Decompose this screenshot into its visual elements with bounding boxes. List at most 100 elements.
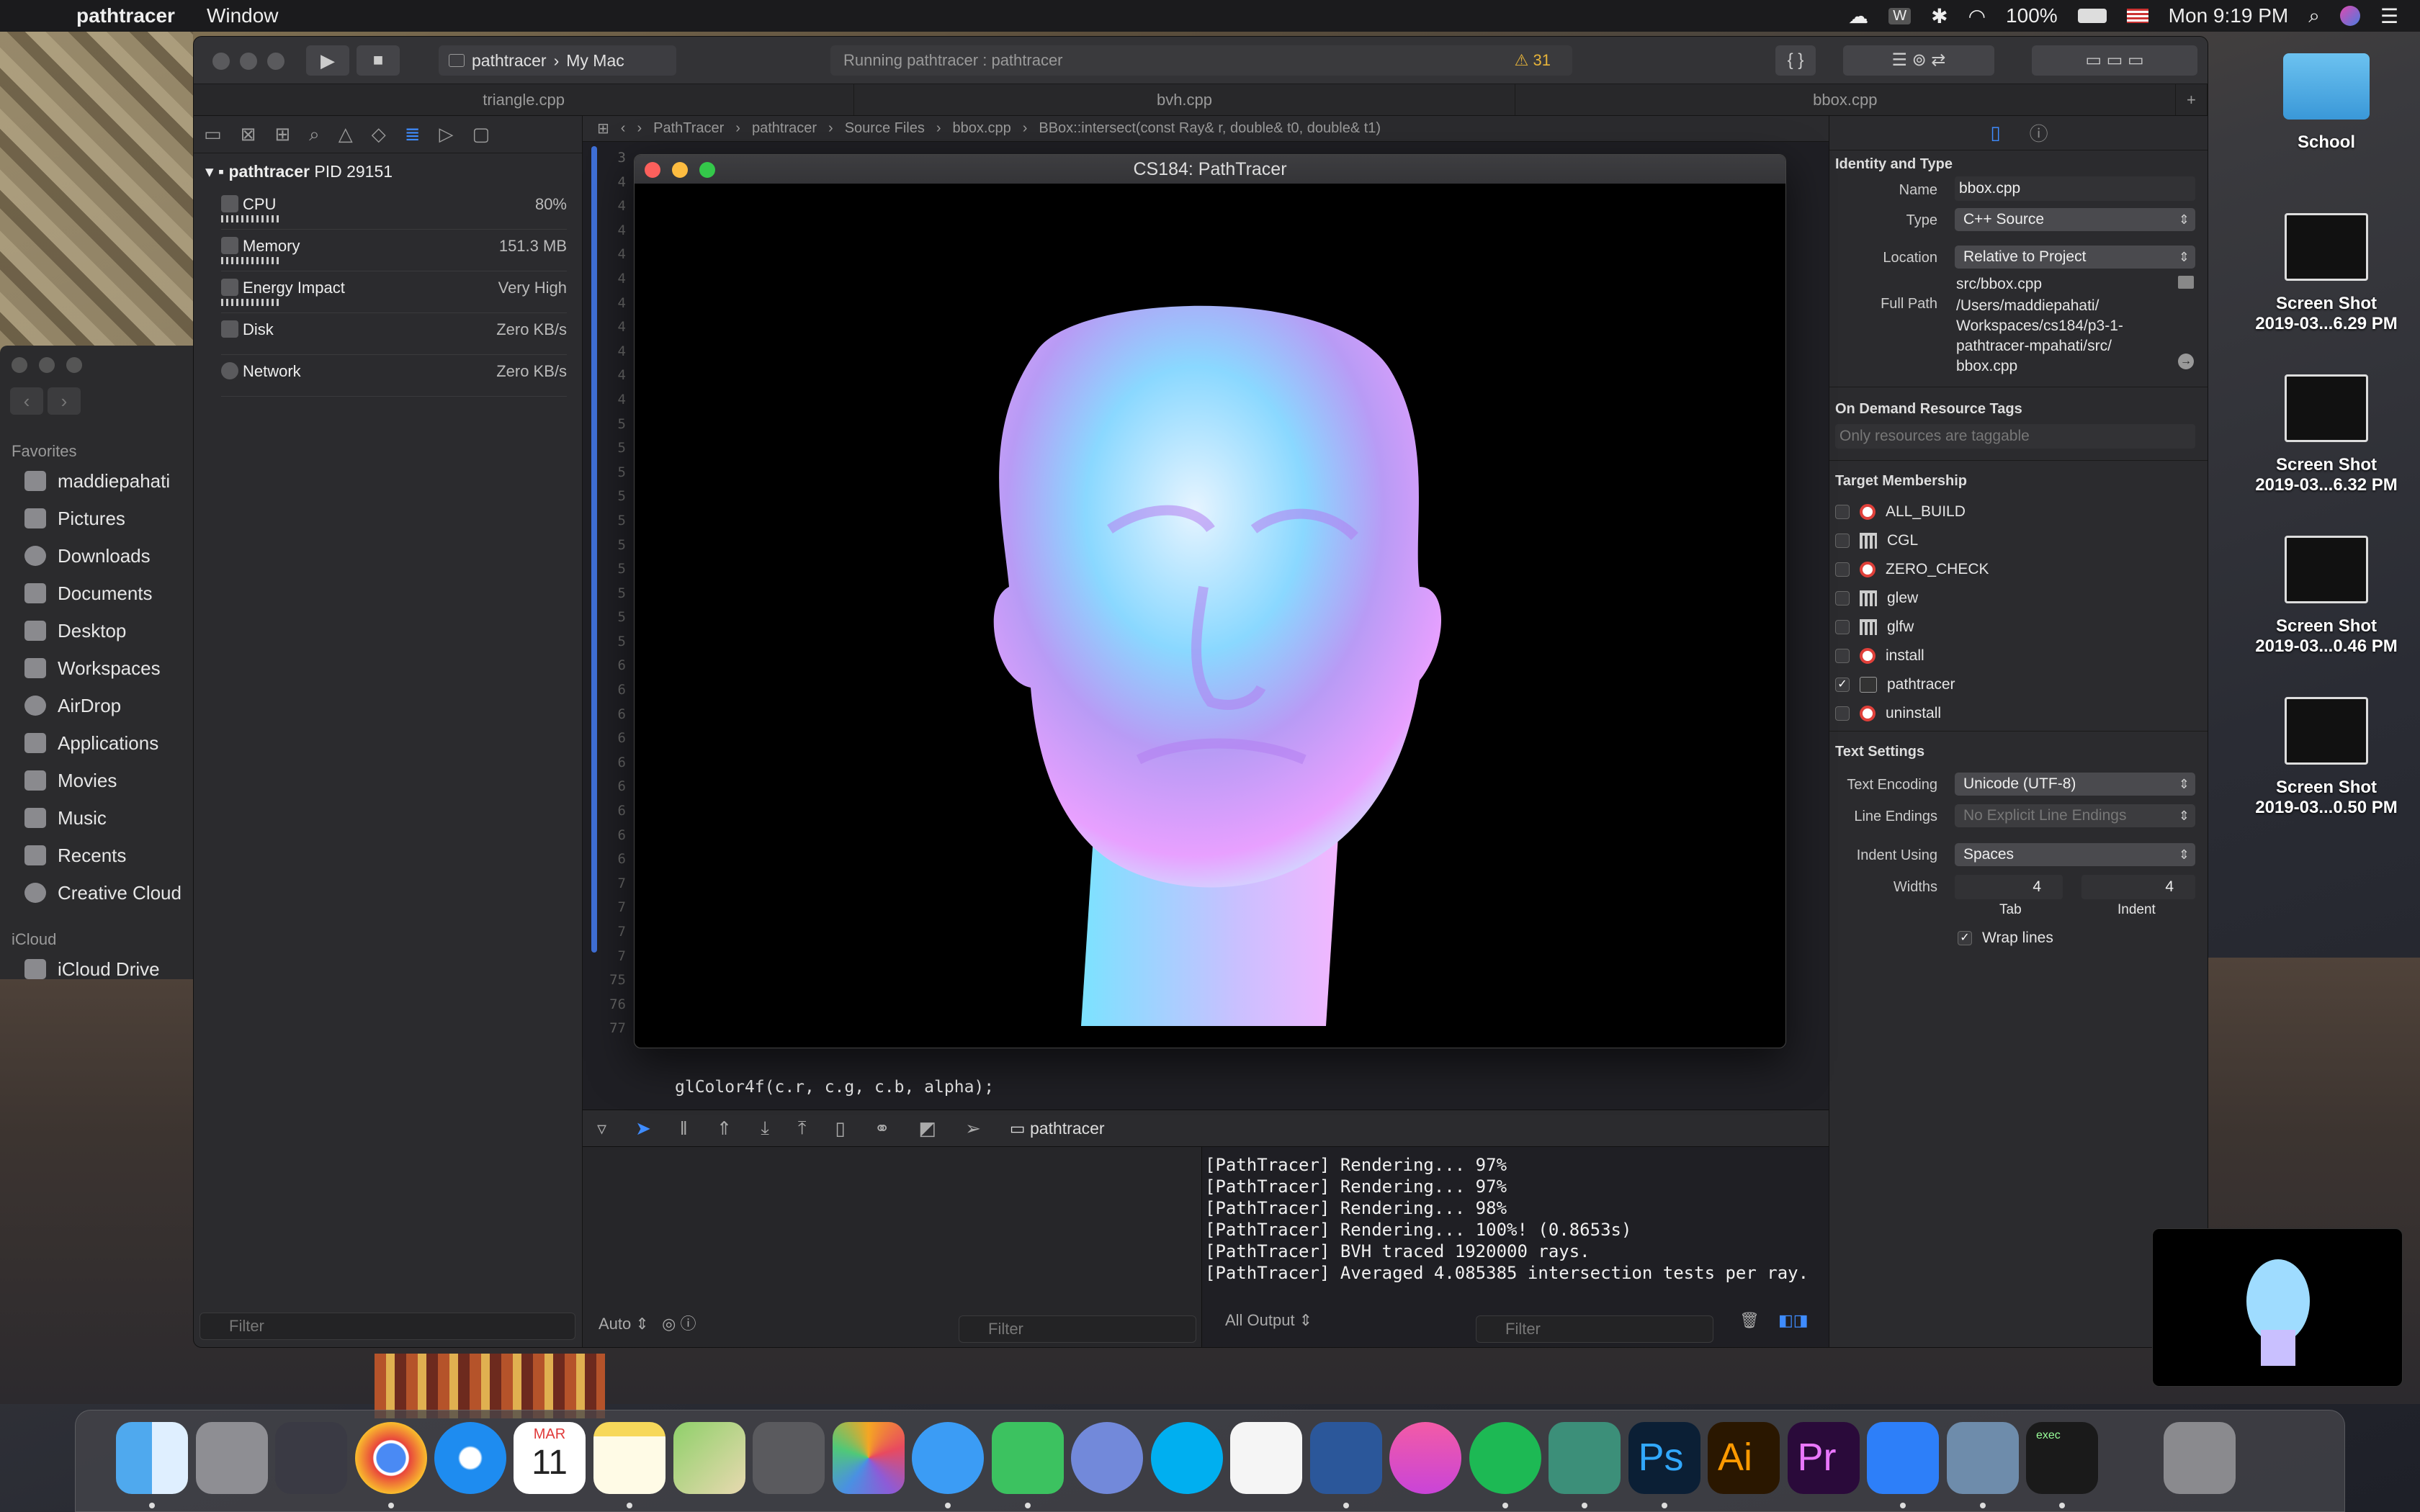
hide-debug-icon[interactable]: ▿ bbox=[597, 1117, 606, 1140]
line-endings-popup[interactable]: No Explicit Line Endings bbox=[1955, 804, 2195, 827]
spotify-app-icon[interactable] bbox=[1469, 1422, 1541, 1508]
step-over-icon[interactable]: ⇑ bbox=[717, 1117, 732, 1140]
file-inspector-icon[interactable]: ▯ bbox=[1990, 122, 2000, 144]
sidebar-item-movies[interactable]: Movies bbox=[24, 766, 117, 795]
line-number-gutter[interactable]: 3 4 4 4 4 4 4 4 4 4 4 5 5 5 5 5 5 5 5 5 5 6 6 6 6 6 6 6 6 6 7 7 7 7 75 76 77 bbox=[583, 142, 633, 1110]
pause-icon[interactable]: ‖ bbox=[680, 1117, 688, 1140]
gauge-network[interactable]: Network Zero KB/s bbox=[221, 355, 567, 397]
itunes-app-icon[interactable] bbox=[1389, 1422, 1461, 1494]
sidebar-item-workspaces[interactable]: Workspaces bbox=[24, 654, 161, 683]
target-row-zero-check[interactable]: ZERO_CHECK bbox=[1835, 555, 1989, 584]
xcode-app-icon[interactable] bbox=[1867, 1422, 1939, 1508]
desktop-screenshot-4[interactable]: Screen Shot 2019-03...0.50 PM bbox=[2247, 697, 2406, 818]
split-view-icon[interactable]: ◧◨ bbox=[1778, 1311, 1809, 1346]
facetime-app-icon[interactable] bbox=[991, 1422, 1064, 1508]
finder-zoom-button[interactable] bbox=[66, 357, 82, 373]
calculator-app-icon[interactable] bbox=[753, 1422, 825, 1494]
folder-icon[interactable]: ▭ bbox=[204, 123, 222, 145]
panel-toggle-buttons[interactable]: ▭ ▭ ▭ bbox=[2032, 45, 2197, 76]
view-hierarchy-icon[interactable]: ▯ bbox=[835, 1117, 845, 1140]
target-row-all-build[interactable]: ALL_BUILD bbox=[1835, 498, 1966, 526]
location-icon[interactable]: ➢ bbox=[965, 1117, 981, 1140]
clock[interactable]: Mon 9:19 PM bbox=[2169, 4, 2289, 27]
run-button[interactable]: ▶ bbox=[306, 45, 349, 76]
trash-app-icon[interactable] bbox=[2163, 1422, 2236, 1494]
photoshop-app-icon[interactable]: Ps bbox=[1628, 1422, 1700, 1508]
zoom-button[interactable] bbox=[699, 162, 715, 178]
wacom-icon[interactable]: W bbox=[1888, 7, 1912, 24]
tab-bvh-cpp[interactable]: bvh.cpp bbox=[854, 84, 1515, 115]
sidebar-item-airdrop[interactable]: AirDrop bbox=[24, 691, 121, 720]
search-icon[interactable]: ⌕ bbox=[309, 123, 320, 146]
tab-triangle-cpp[interactable]: triangle.cpp bbox=[194, 84, 855, 115]
test-icon[interactable]: ◇ bbox=[372, 123, 386, 145]
sidebar-item-pictures[interactable]: Pictures bbox=[24, 504, 125, 533]
illustrator-app-icon[interactable]: Ai bbox=[1708, 1422, 1780, 1494]
output-mode-selector[interactable]: All Output ⇕ bbox=[1225, 1311, 1312, 1346]
launchpad-app-icon[interactable] bbox=[275, 1422, 347, 1494]
back-arrow-icon[interactable]: ‹ bbox=[621, 120, 626, 137]
finder-back-button[interactable]: ‹ bbox=[10, 387, 43, 415]
jump-folder[interactable]: pathtracer bbox=[752, 120, 817, 137]
environment-icon[interactable]: ◩ bbox=[919, 1117, 937, 1140]
sidebar-item-icloud-drive[interactable]: iCloud Drive bbox=[24, 955, 160, 984]
screenshot-preview-thumbnail[interactable] bbox=[2152, 1228, 2403, 1387]
discord-app-icon[interactable] bbox=[1071, 1422, 1143, 1494]
preview-app-icon[interactable] bbox=[1946, 1422, 2019, 1508]
jump-symbol[interactable]: BBox::intersect(const Ray& r, double& t0… bbox=[1039, 120, 1381, 137]
target-row-cgl[interactable]: CGL bbox=[1835, 526, 1918, 555]
system-preferences-app-icon[interactable] bbox=[195, 1422, 268, 1494]
reveal-arrow-icon[interactable]: → bbox=[2178, 354, 2194, 369]
type-popup[interactable]: C++ Source bbox=[1955, 208, 2195, 231]
sidebar-item-home[interactable]: maddiepahati bbox=[24, 467, 170, 495]
target-row-glfw[interactable]: glfw bbox=[1835, 613, 1914, 642]
code-line-76[interactable]: glColor4f(c.r, c.g, c.b, alpha); bbox=[675, 1078, 994, 1097]
jump-group[interactable]: Source Files bbox=[845, 120, 925, 137]
vars-filter[interactable]: Filter bbox=[959, 1315, 1196, 1343]
checkbox[interactable] bbox=[1835, 706, 1850, 721]
tab-width-stepper[interactable]: 4 bbox=[1955, 875, 2063, 899]
desktop-screenshot-1[interactable]: Screen Shot 2019-03...6.29 PM bbox=[2247, 213, 2406, 334]
indent-width-stepper[interactable]: 4 bbox=[2081, 875, 2195, 899]
sidebar-item-applications[interactable]: Applications bbox=[24, 729, 158, 757]
symbol-icon[interactable]: ⊞ bbox=[274, 123, 290, 145]
report-icon[interactable]: ▢ bbox=[472, 123, 490, 145]
gauge-energy[interactable]: Energy Impact Very High bbox=[221, 271, 567, 313]
trash-icon[interactable]: 🗑 bbox=[1739, 1311, 1760, 1346]
memory-graph-icon[interactable]: ⚭ bbox=[874, 1117, 890, 1140]
minimize-button[interactable] bbox=[672, 162, 688, 178]
sidebar-item-documents[interactable]: Documents bbox=[24, 579, 153, 608]
app-menu[interactable]: pathtracer bbox=[76, 4, 175, 27]
bluetooth-icon[interactable]: ✱ bbox=[1931, 4, 1948, 28]
add-tab-button[interactable]: + bbox=[2176, 84, 2208, 115]
process-row[interactable]: ▾ ▪ pathtracer PID 29151 bbox=[205, 162, 393, 181]
checkbox[interactable] bbox=[1835, 620, 1850, 634]
calendar-app-icon[interactable]: MAR 11 bbox=[514, 1422, 586, 1494]
sidebar-item-music[interactable]: Music bbox=[24, 804, 107, 832]
source-control-icon[interactable]: ⊠ bbox=[241, 123, 256, 145]
related-items-icon[interactable]: ⊞ bbox=[597, 120, 609, 138]
checkbox-checked[interactable]: ✓ bbox=[1835, 678, 1850, 692]
zoom-button[interactable] bbox=[267, 53, 284, 70]
target-row-pathtracer[interactable]: ✓ pathtracer bbox=[1835, 670, 1955, 699]
word-app-icon[interactable] bbox=[1309, 1422, 1382, 1508]
checkbox[interactable] bbox=[1835, 505, 1850, 519]
messages-app-icon[interactable] bbox=[912, 1422, 984, 1508]
scheme-selector[interactable]: pathtracer › My Mac bbox=[439, 45, 676, 76]
close-button[interactable] bbox=[212, 53, 230, 70]
battery-icon[interactable] bbox=[2077, 9, 2107, 23]
jump-project[interactable]: PathTracer bbox=[653, 120, 724, 137]
wrap-lines-checkbox[interactable]: ✓ Wrap lines bbox=[1958, 924, 2053, 953]
indent-using-popup[interactable]: Spaces bbox=[1955, 843, 2195, 866]
folder-icon[interactable] bbox=[2178, 276, 2194, 289]
flag-icon[interactable] bbox=[2126, 9, 2148, 23]
warning-count[interactable]: ⚠ 31 bbox=[1515, 51, 1551, 70]
warning-icon[interactable]: △ bbox=[339, 123, 353, 145]
finder-close-button[interactable] bbox=[12, 357, 27, 373]
photos-app-icon[interactable] bbox=[832, 1422, 905, 1494]
maps-app-icon[interactable] bbox=[673, 1422, 745, 1494]
desktop-screenshot-2[interactable]: Screen Shot 2019-03...6.32 PM bbox=[2247, 374, 2406, 495]
siri-icon[interactable] bbox=[2339, 6, 2360, 26]
finder-app-icon[interactable] bbox=[116, 1422, 188, 1508]
help-icon[interactable]: ⓘ bbox=[2030, 120, 2048, 146]
